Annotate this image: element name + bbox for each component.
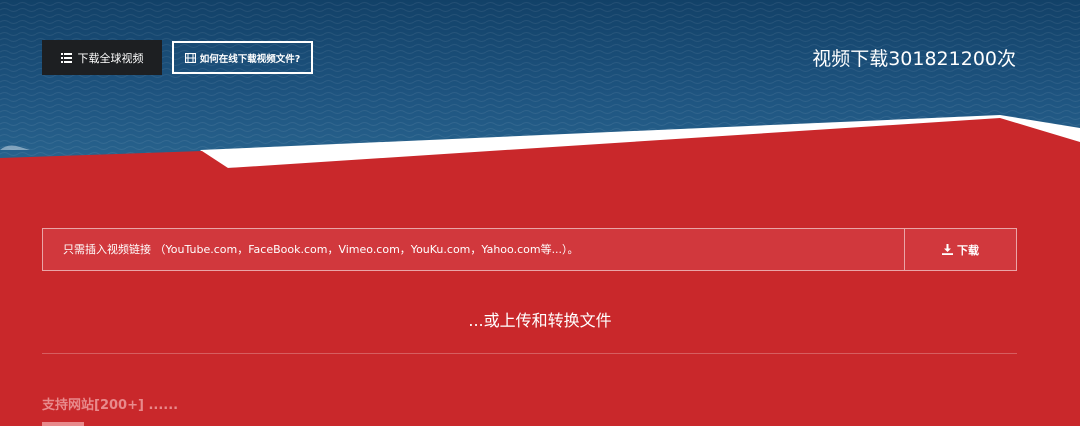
film-icon bbox=[184, 52, 196, 63]
url-search-bar: 下载 bbox=[42, 228, 1017, 271]
how-to-download-label: 如何在线下载视频文件? bbox=[199, 53, 301, 65]
hero-sea-banner bbox=[0, 0, 1080, 175]
section-divider bbox=[42, 353, 1017, 354]
download-button[interactable]: 下载 bbox=[904, 229, 1016, 270]
download-global-video-label: 下载全球视频 bbox=[77, 51, 144, 65]
how-to-download-button[interactable]: 如何在线下载视频文件? bbox=[172, 41, 313, 74]
download-counter: 视频下载301821200次 bbox=[812, 48, 1016, 70]
supported-sites-underline bbox=[42, 422, 84, 426]
download-global-video-button[interactable]: 下载全球视频 bbox=[42, 40, 162, 75]
video-url-input[interactable] bbox=[43, 229, 904, 270]
download-button-label: 下载 bbox=[957, 243, 979, 257]
upload-convert-link[interactable]: ...或上传和转换文件 bbox=[0, 307, 1080, 331]
supported-sites-heading[interactable]: 支持网站[200+] ...... bbox=[42, 394, 178, 413]
download-icon bbox=[942, 244, 953, 255]
list-icon bbox=[60, 52, 72, 63]
sea-background-image bbox=[0, 0, 1080, 175]
